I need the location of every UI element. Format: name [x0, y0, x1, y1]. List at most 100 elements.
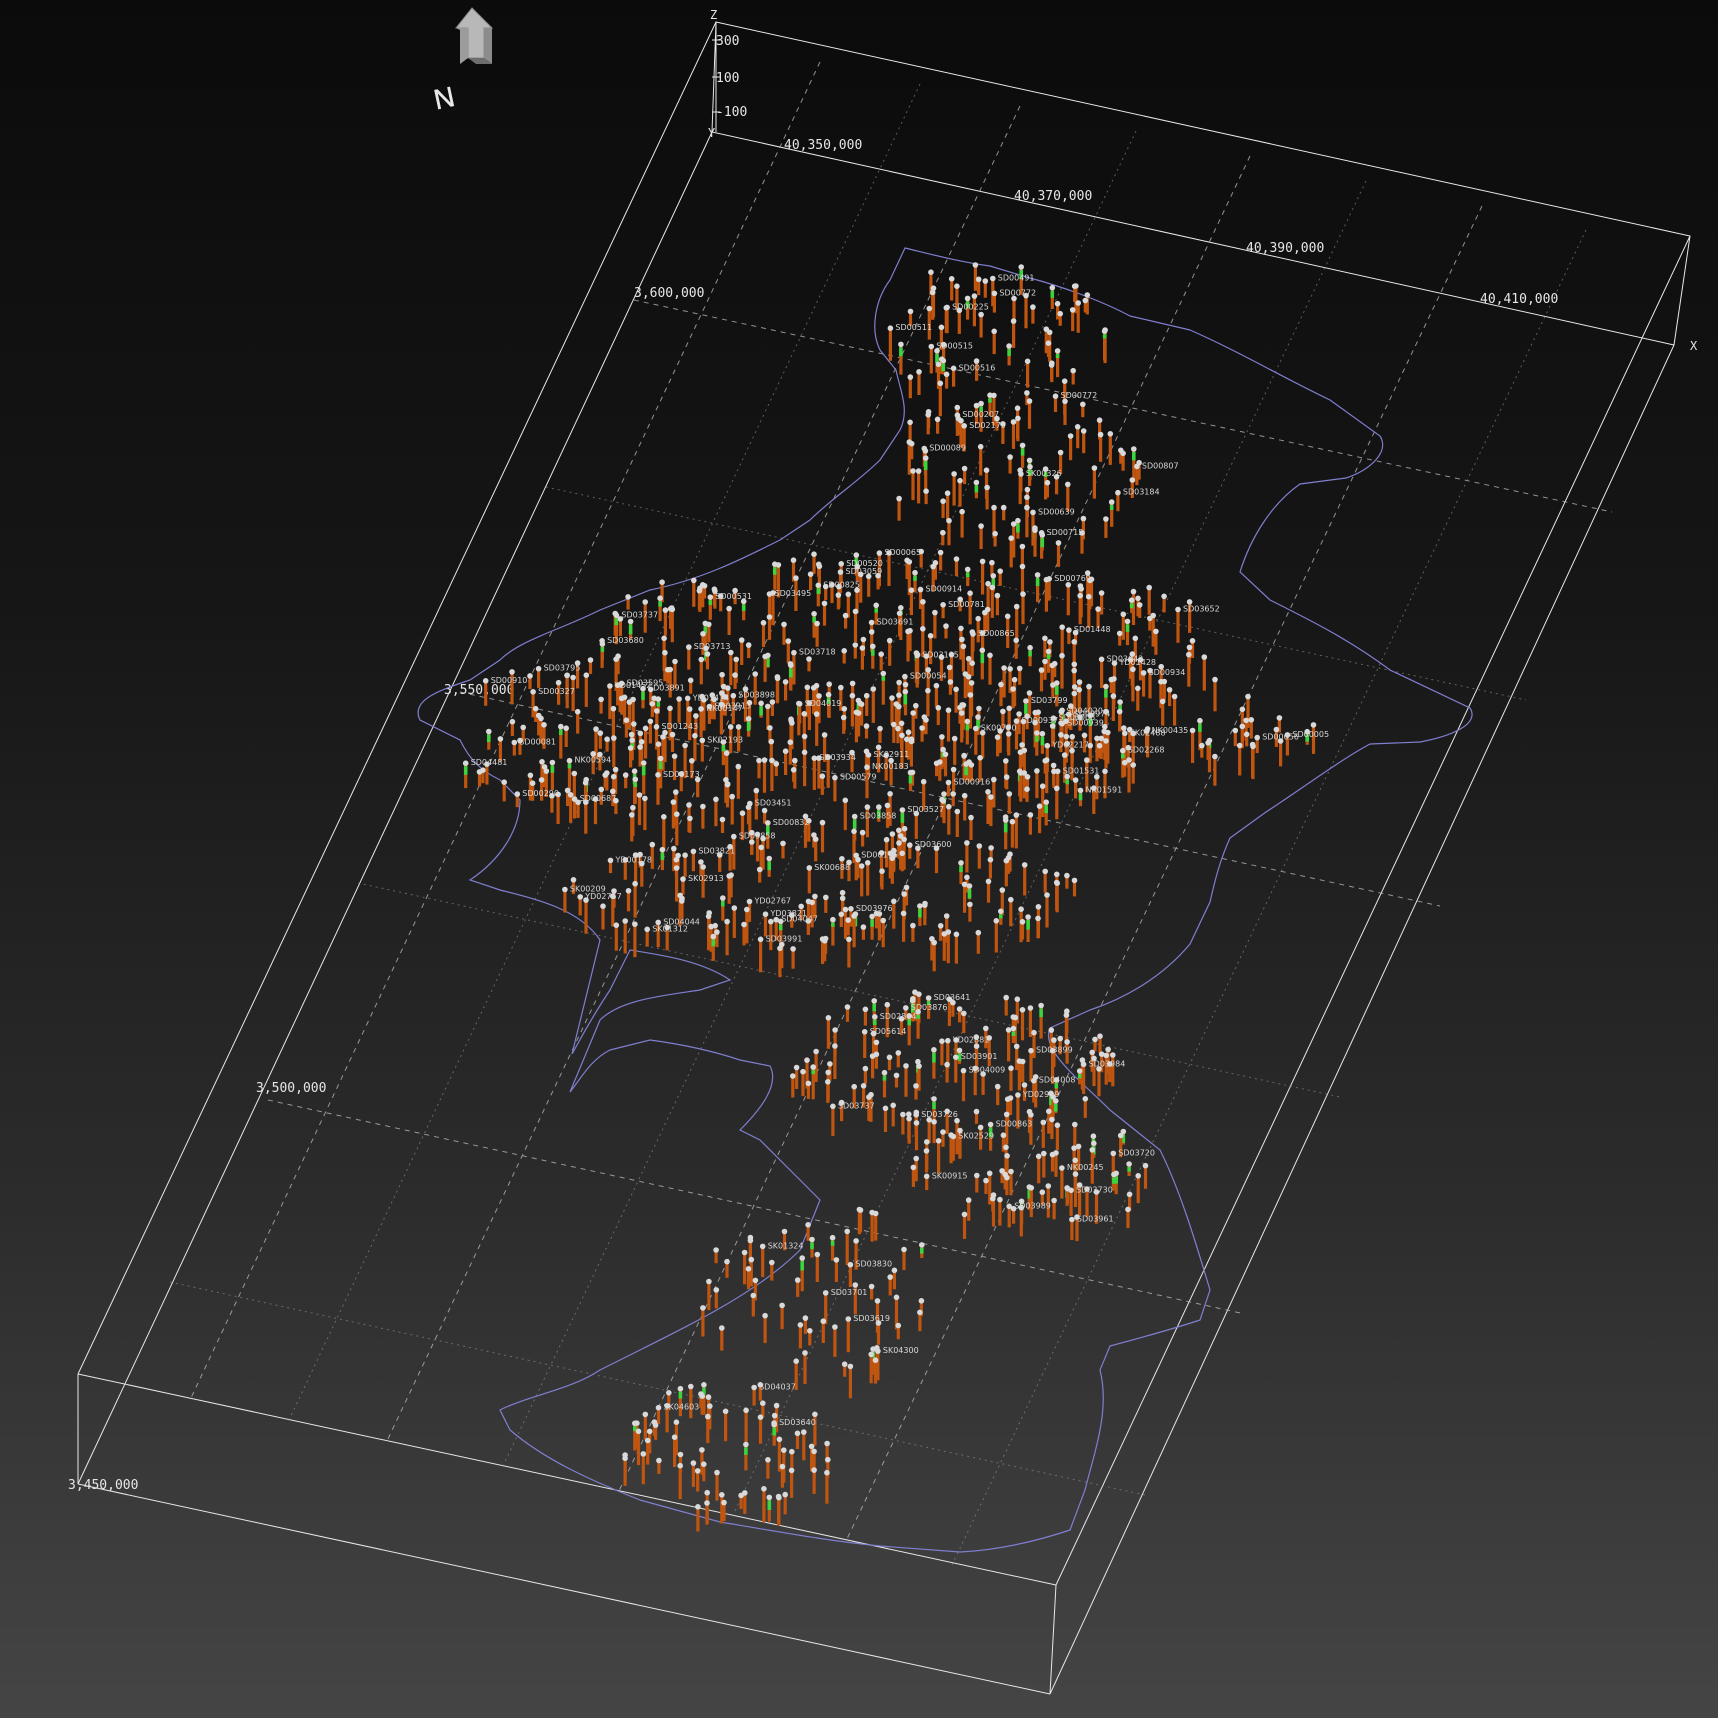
- borehole-collar[interactable]: [761, 807, 768, 814]
- borehole-collar[interactable]: [704, 1489, 710, 1496]
- borehole-collar[interactable]: [745, 804, 752, 810]
- borehole-collar[interactable]: [954, 283, 960, 290]
- borehole-collar[interactable]: [625, 594, 631, 600]
- borehole-collar[interactable]: [1140, 670, 1147, 676]
- borehole-collar[interactable]: [549, 759, 556, 766]
- borehole-collar[interactable]: [886, 1054, 893, 1061]
- borehole-collar[interactable]: [501, 779, 508, 785]
- borehole-shaft[interactable]: [1060, 655, 1064, 689]
- borehole-collar[interactable]: [842, 797, 849, 804]
- borehole-collar[interactable]: [1080, 515, 1087, 522]
- borehole-shaft[interactable]: [860, 648, 864, 670]
- borehole-collar[interactable]: [1065, 582, 1072, 588]
- borehole-collar[interactable]: [1057, 1035, 1063, 1042]
- borehole-shaft[interactable]: [1047, 578, 1051, 601]
- borehole-collar[interactable]: [630, 804, 636, 811]
- borehole-shaft[interactable]: [691, 1463, 695, 1487]
- borehole-collar[interactable]: [612, 766, 619, 773]
- borehole-shaft[interactable]: [1249, 719, 1253, 739]
- borehole-collar[interactable]: [706, 1278, 712, 1285]
- borehole-collar[interactable]: [860, 1083, 867, 1089]
- borehole-collar[interactable]: [964, 840, 970, 846]
- borehole-shaft[interactable]: [815, 714, 819, 746]
- borehole-collar[interactable]: [959, 636, 965, 643]
- borehole-collar[interactable]: [1003, 758, 1009, 764]
- borehole-collar[interactable]: [923, 717, 929, 723]
- borehole-shaft[interactable]: [965, 842, 969, 873]
- borehole-shaft[interactable]: [906, 631, 910, 662]
- borehole-collar[interactable]: [901, 1246, 907, 1253]
- borehole-shaft[interactable]: [957, 310, 961, 334]
- borehole-collar[interactable]: [896, 840, 902, 846]
- borehole-collar[interactable]: [720, 895, 726, 901]
- borehole-collar[interactable]: [811, 551, 817, 557]
- borehole-collar[interactable]: [812, 893, 818, 900]
- borehole-collar[interactable]: [1036, 803, 1043, 809]
- borehole-collar[interactable]: [875, 1348, 881, 1354]
- borehole-collar[interactable]: [532, 705, 539, 712]
- borehole-collar[interactable]: [693, 713, 699, 719]
- borehole-shaft[interactable]: [1066, 584, 1070, 616]
- borehole-collar[interactable]: [958, 710, 965, 716]
- borehole-collar[interactable]: [951, 735, 958, 742]
- borehole-collar[interactable]: [845, 1316, 852, 1322]
- borehole-shaft[interactable]: [976, 932, 980, 954]
- borehole-collar[interactable]: [961, 881, 968, 888]
- borehole-shaft[interactable]: [992, 331, 996, 355]
- borehole-collar[interactable]: [1011, 676, 1018, 683]
- borehole-collar[interactable]: [655, 1404, 662, 1411]
- borehole-shaft[interactable]: [720, 1328, 724, 1351]
- borehole-collar[interactable]: [870, 643, 876, 650]
- borehole-collar[interactable]: [953, 931, 960, 938]
- borehole-shaft[interactable]: [888, 328, 892, 361]
- borehole-collar[interactable]: [918, 1298, 925, 1304]
- borehole-shaft[interactable]: [902, 1249, 906, 1271]
- borehole-shaft[interactable]: [699, 659, 703, 685]
- borehole-collar[interactable]: [748, 1256, 755, 1263]
- borehole-shaft[interactable]: [715, 1472, 719, 1501]
- borehole-collar[interactable]: [963, 761, 969, 767]
- borehole-collar[interactable]: [975, 714, 981, 720]
- borehole-shaft[interactable]: [833, 1327, 837, 1357]
- borehole-collar[interactable]: [987, 652, 993, 659]
- borehole-shaft[interactable]: [782, 624, 786, 645]
- borehole-shaft[interactable]: [934, 685, 938, 707]
- borehole-collar[interactable]: [646, 1428, 653, 1435]
- borehole-collar[interactable]: [1045, 648, 1052, 655]
- borehole-shaft[interactable]: [977, 846, 981, 869]
- borehole-shaft[interactable]: [815, 1254, 819, 1283]
- north-arrow[interactable]: N: [431, 7, 494, 116]
- borehole-collar[interactable]: [769, 757, 775, 764]
- borehole-collar[interactable]: [687, 815, 693, 822]
- borehole-collar[interactable]: [1110, 1150, 1117, 1157]
- borehole-shaft[interactable]: [663, 610, 667, 636]
- borehole-collar[interactable]: [1006, 791, 1013, 797]
- borehole-collar[interactable]: [638, 739, 645, 745]
- borehole-shaft[interactable]: [791, 948, 795, 969]
- borehole-collar[interactable]: [781, 1447, 787, 1453]
- borehole-collar[interactable]: [555, 679, 562, 686]
- borehole-shaft[interactable]: [762, 1488, 766, 1523]
- borehole-shaft[interactable]: [955, 811, 959, 838]
- borehole-shaft[interactable]: [1021, 1061, 1025, 1083]
- borehole-collar[interactable]: [973, 402, 980, 409]
- borehole-collar[interactable]: [961, 1211, 968, 1218]
- borehole-shaft[interactable]: [626, 890, 631, 912]
- borehole-shaft[interactable]: [1131, 669, 1135, 702]
- borehole-shaft[interactable]: [725, 784, 730, 808]
- borehole-collar[interactable]: [1019, 742, 1025, 748]
- borehole-shaft[interactable]: [968, 694, 972, 729]
- borehole-collar[interactable]: [1077, 787, 1084, 794]
- borehole-collar[interactable]: [841, 648, 847, 654]
- borehole-collar[interactable]: [977, 1124, 984, 1131]
- borehole-collar[interactable]: [733, 656, 739, 663]
- borehole-shaft[interactable]: [1135, 466, 1139, 486]
- borehole-collar[interactable]: [604, 736, 610, 742]
- borehole-shaft[interactable]: [1078, 595, 1082, 625]
- borehole-collar[interactable]: [829, 1234, 836, 1241]
- borehole-shaft[interactable]: [727, 608, 731, 635]
- borehole-collar[interactable]: [863, 692, 870, 699]
- borehole-shaft[interactable]: [746, 1268, 751, 1290]
- borehole-shaft[interactable]: [874, 1213, 878, 1241]
- borehole-collar[interactable]: [1055, 540, 1062, 546]
